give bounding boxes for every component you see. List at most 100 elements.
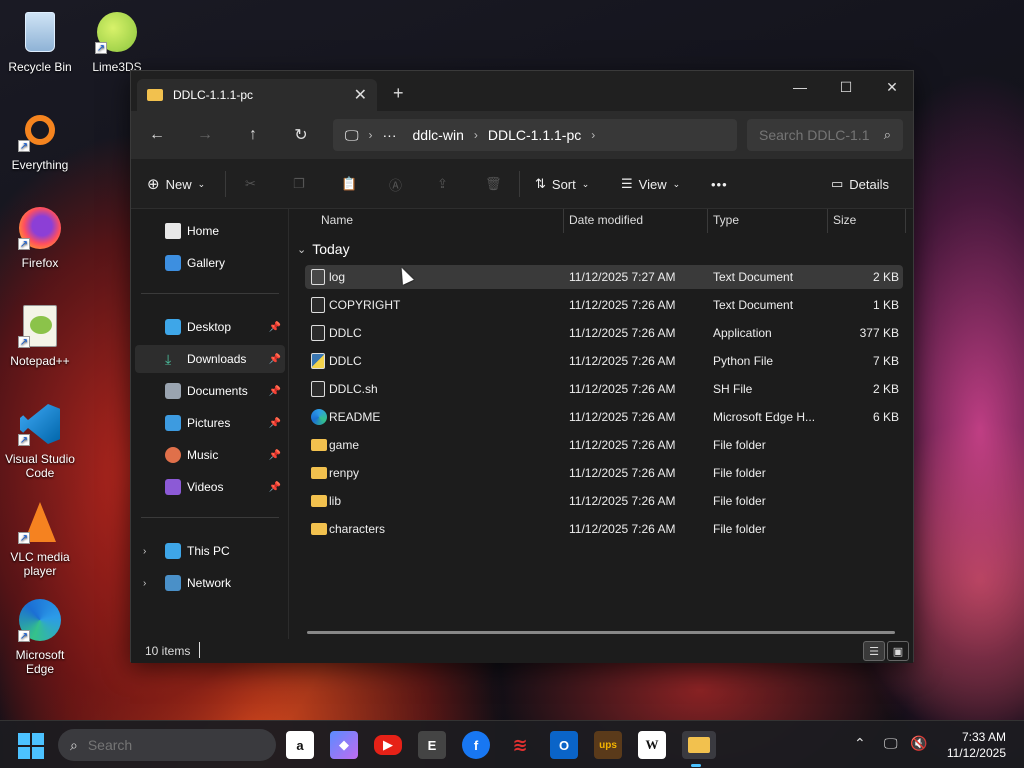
sidebar-item-music[interactable]: Music 📌: [135, 441, 285, 469]
column-divider[interactable]: [563, 209, 564, 233]
new-tab-button[interactable]: +: [393, 83, 404, 104]
desktop-icon-everything[interactable]: ↗ Everything: [0, 106, 80, 172]
file-row[interactable]: README 11/12/2025 7:26 AM Microsoft Edge…: [305, 405, 903, 429]
horizontal-scrollbar[interactable]: [307, 631, 895, 634]
file-date: 11/12/2025 7:26 AM: [569, 354, 676, 368]
sidebar-item-network[interactable]: › Network: [135, 569, 285, 597]
file-explorer-icon[interactable]: [682, 731, 716, 767]
more-options-button[interactable]: •••: [711, 173, 728, 195]
tiles-view-button[interactable]: ▣: [887, 641, 909, 661]
pin-icon[interactable]: 📌: [269, 418, 281, 429]
file-name: lib: [329, 494, 342, 508]
outlook-icon[interactable]: O: [550, 731, 578, 759]
copy-button[interactable]: ❐: [293, 173, 305, 195]
refresh-button[interactable]: ↻: [289, 123, 313, 147]
pin-icon[interactable]: 📌: [269, 450, 281, 461]
desktop-icon-recycle-bin[interactable]: Recycle Bin: [0, 8, 80, 74]
sidebar-item-home[interactable]: Home: [135, 217, 285, 245]
group-label: Today: [312, 241, 350, 257]
column-name[interactable]: Name: [321, 213, 353, 227]
column-divider[interactable]: [827, 209, 828, 233]
maximize-button[interactable]: ☐: [823, 71, 869, 103]
sidebar-item-videos[interactable]: Videos 📌: [135, 473, 285, 501]
sidebar-item-pictures[interactable]: Pictures 📌: [135, 409, 285, 437]
breadcrumb-ddlc-pc[interactable]: DDLC-1.1.1-pc: [488, 127, 581, 143]
sidebar-item-downloads[interactable]: ⤓ Downloads 📌: [135, 345, 285, 373]
file-row[interactable]: DDLC 11/12/2025 7:26 AM Application 377 …: [305, 321, 903, 345]
sort-button[interactable]: ⇅ Sort ⌄: [535, 173, 589, 195]
back-button[interactable]: ←: [145, 123, 169, 147]
group-header-today[interactable]: ⌄ Today: [297, 241, 350, 257]
desktop-icon-edge[interactable]: ↗ Microsoft Edge: [0, 596, 80, 676]
column-size[interactable]: Size: [833, 213, 856, 227]
epic-games-icon[interactable]: E: [418, 731, 446, 759]
new-button[interactable]: ⊕ New ⌄: [147, 173, 205, 195]
desktop-icon-vlc[interactable]: ↗ VLC media player: [0, 498, 80, 578]
close-window-button[interactable]: ✕: [869, 71, 915, 103]
facebook-icon[interactable]: f: [462, 731, 490, 759]
cut-button[interactable]: ✂: [245, 173, 256, 195]
paste-button[interactable]: 📋: [341, 173, 357, 195]
desktop-icon-notepadpp[interactable]: ↗ Notepad++: [0, 302, 80, 368]
file-row[interactable]: DDLC.sh 11/12/2025 7:26 AM SH File 2 KB: [305, 377, 903, 401]
column-divider[interactable]: [905, 209, 906, 233]
copilot-icon[interactable]: ◆: [330, 731, 358, 759]
rename-button[interactable]: Ⓐ: [389, 173, 402, 195]
pin-icon[interactable]: 📌: [269, 354, 281, 365]
volume-muted-icon[interactable]: 🔇: [910, 735, 927, 752]
column-date-modified[interactable]: Date modified: [569, 213, 643, 227]
breadcrumb-overflow[interactable]: ···: [383, 127, 397, 143]
amazon-icon[interactable]: a: [286, 731, 314, 759]
details-view-button[interactable]: ☰: [863, 641, 885, 661]
file-row[interactable]: characters 11/12/2025 7:26 AM File folde…: [305, 517, 903, 541]
file-row[interactable]: renpy 11/12/2025 7:26 AM File folder: [305, 461, 903, 485]
share-button[interactable]: ⇪: [437, 173, 448, 195]
status-divider: [199, 642, 200, 658]
ups-icon[interactable]: ups: [594, 731, 622, 759]
view-button[interactable]: ☰ View ⌄: [621, 173, 680, 195]
file-row[interactable]: lib 11/12/2025 7:26 AM File folder: [305, 489, 903, 513]
file-row[interactable]: COPYRIGHT 11/12/2025 7:26 AM Text Docume…: [305, 293, 903, 317]
display-icon[interactable]: 🖵: [884, 735, 898, 752]
minimize-button[interactable]: —: [777, 71, 823, 103]
tab-ddlc[interactable]: DDLC-1.1.1-pc ✕: [137, 79, 377, 111]
start-button[interactable]: [18, 733, 44, 759]
breadcrumb-ddlc-win[interactable]: ddlc-win: [413, 127, 464, 143]
file-row[interactable]: log 11/12/2025 7:27 AM Text Document 2 K…: [305, 265, 903, 289]
network-icon: [165, 575, 181, 591]
address-bar[interactable]: 🖵 › ··· ddlc-win › DDLC-1.1.1-pc ›: [333, 119, 737, 151]
taskbar-search[interactable]: ⌕: [58, 729, 276, 761]
close-tab-icon[interactable]: ✕: [354, 85, 367, 105]
folder-icon: [147, 89, 163, 101]
pin-icon[interactable]: 📌: [269, 482, 281, 493]
pin-icon[interactable]: 📌: [269, 386, 281, 397]
forward-button[interactable]: →: [193, 123, 217, 147]
search-input[interactable]: [759, 127, 869, 143]
chevron-up-icon[interactable]: ⌃: [854, 735, 866, 752]
delete-button[interactable]: 🗑: [485, 173, 502, 195]
file-date: 11/12/2025 7:26 AM: [569, 326, 676, 340]
chevron-right-icon[interactable]: ›: [591, 128, 595, 142]
column-type[interactable]: Type: [713, 213, 739, 227]
column-divider[interactable]: [707, 209, 708, 233]
chevron-right-icon[interactable]: ›: [143, 546, 146, 557]
app-red-icon[interactable]: ≋: [506, 731, 534, 759]
youtube-icon[interactable]: ▶: [374, 735, 402, 755]
file-row[interactable]: game 11/12/2025 7:26 AM File folder: [305, 433, 903, 457]
desktop-icon-lime3ds[interactable]: ↗ Lime3DS: [77, 8, 157, 74]
sidebar-item-desktop[interactable]: Desktop 📌: [135, 313, 285, 341]
search-box[interactable]: ⌕: [747, 119, 903, 151]
up-button[interactable]: ↑: [241, 123, 265, 147]
pin-icon[interactable]: 📌: [269, 322, 281, 333]
sidebar-item-documents[interactable]: Documents 📌: [135, 377, 285, 405]
taskbar-clock[interactable]: 7:33 AM 11/12/2025: [947, 729, 1006, 761]
sidebar-item-gallery[interactable]: Gallery: [135, 249, 285, 277]
desktop-icon-vscode[interactable]: ↗ Visual Studio Code: [0, 400, 80, 480]
file-row[interactable]: DDLC 11/12/2025 7:26 AM Python File 7 KB: [305, 349, 903, 373]
desktop-icon-firefox[interactable]: ↗ Firefox: [0, 204, 80, 270]
details-pane-button[interactable]: ▭ Details: [831, 173, 889, 195]
taskbar-search-input[interactable]: [87, 737, 238, 753]
wikipedia-icon[interactable]: W: [638, 731, 666, 759]
chevron-right-icon[interactable]: ›: [143, 578, 146, 589]
sidebar-item-this-pc[interactable]: › This PC: [135, 537, 285, 565]
